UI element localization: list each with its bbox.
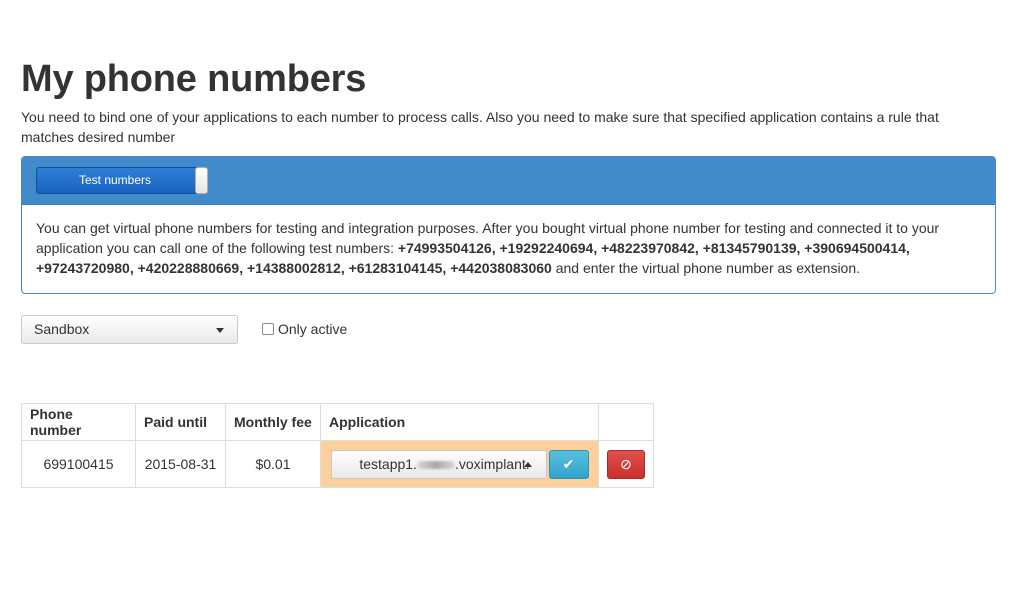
page-intro: You need to bind one of your application… bbox=[21, 109, 939, 145]
application-name-prefix: testapp1. bbox=[359, 455, 417, 472]
panel-heading: Test numbers bbox=[22, 157, 995, 205]
environment-select[interactable]: Sandbox bbox=[21, 315, 238, 344]
panel-body: You can get virtual phone numbers for te… bbox=[22, 205, 995, 291]
ban-icon: ⊘ bbox=[620, 455, 632, 472]
only-active-checkbox[interactable] bbox=[262, 323, 274, 335]
confirm-application-button[interactable]: ✔ bbox=[548, 449, 589, 479]
header-monthly-fee: Monthly fee bbox=[225, 403, 321, 441]
toggle-knob[interactable] bbox=[195, 167, 208, 194]
only-active-filter[interactable]: Only active bbox=[262, 320, 347, 338]
chevron-up-icon bbox=[523, 461, 532, 467]
cell-paid-until: 2015-08-31 bbox=[135, 440, 226, 488]
test-numbers-panel: Test numbers You can get virtual phone n… bbox=[21, 156, 996, 294]
only-active-label: Only active bbox=[278, 321, 348, 337]
toggle-label: Test numbers bbox=[78, 173, 152, 187]
table-header-row: Phone number Paid until Monthly fee Appl… bbox=[21, 403, 654, 441]
checkmark-icon: ✔ bbox=[562, 455, 575, 472]
application-select[interactable]: testapp1. .voximplant. bbox=[330, 449, 547, 479]
cell-actions: ⊘ bbox=[598, 440, 654, 488]
chevron-down-icon bbox=[216, 328, 224, 333]
cell-phone-number: 699100415 bbox=[21, 440, 136, 488]
cell-application: testapp1. .voximplant. ✔ bbox=[320, 440, 599, 488]
header-application: Application bbox=[320, 403, 599, 441]
header-paid-until: Paid until bbox=[135, 403, 226, 441]
page-title: My phone numbers bbox=[21, 58, 367, 100]
phone-numbers-table: Phone number Paid until Monthly fee Appl… bbox=[21, 403, 654, 488]
delete-number-button[interactable]: ⊘ bbox=[607, 449, 645, 479]
test-numbers-toggle[interactable]: Test numbers bbox=[36, 167, 208, 194]
table-row: 699100415 2015-08-31 $0.01 testapp1. .vox… bbox=[21, 440, 654, 488]
cell-monthly-fee: $0.01 bbox=[225, 440, 321, 488]
header-phone-number: Phone number bbox=[21, 403, 136, 441]
environment-select-value: Sandbox bbox=[34, 321, 90, 337]
panel-text-suffix: and enter the virtual phone number as ex… bbox=[551, 260, 861, 276]
redacted-blur bbox=[416, 460, 455, 469]
header-actions bbox=[598, 403, 654, 441]
application-name-suffix: .voximplant. bbox=[454, 455, 530, 472]
